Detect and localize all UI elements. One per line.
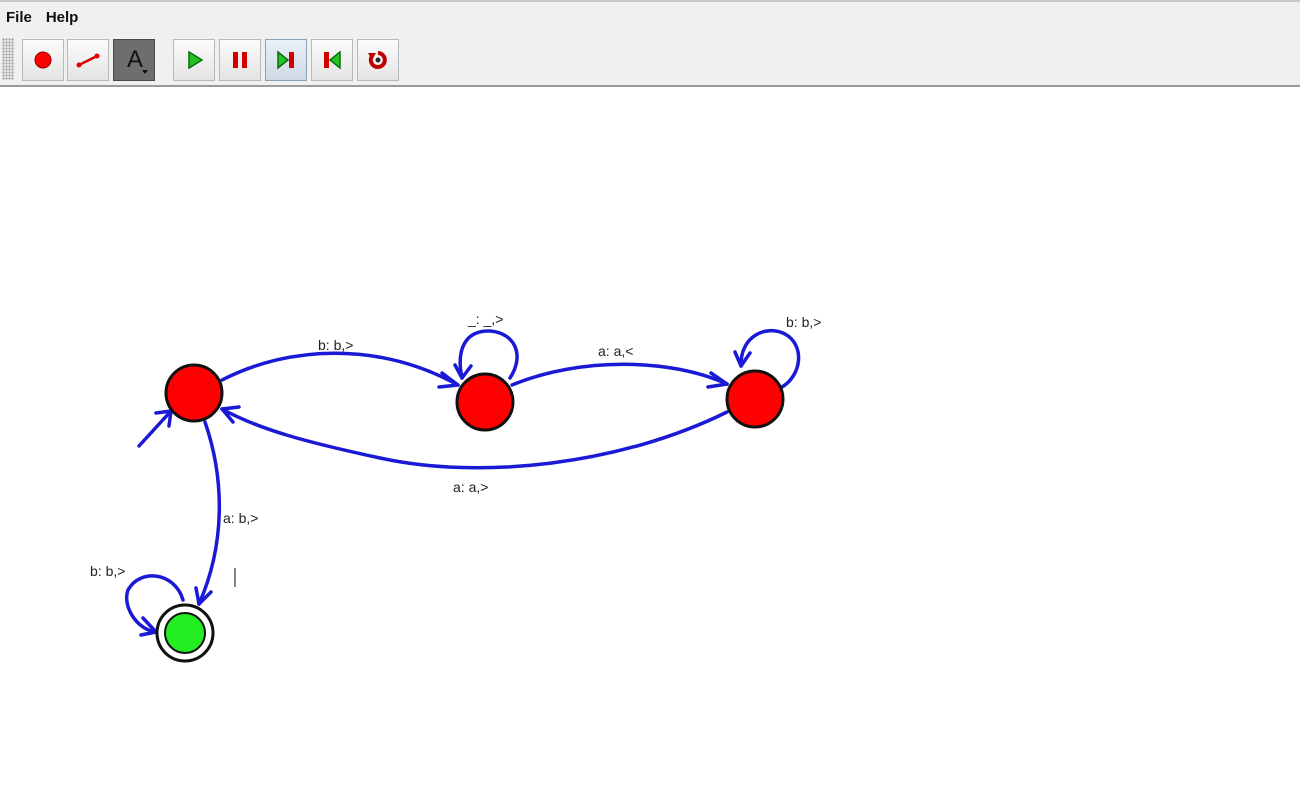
toolbar-grip[interactable] [2, 38, 14, 80]
menu-file[interactable]: File [6, 9, 32, 26]
label-q1-q2: a: a,< [598, 343, 633, 359]
step-back-button[interactable] [311, 39, 353, 81]
step-forward-button[interactable] [265, 39, 307, 81]
transition-q1-q2[interactable] [510, 362, 729, 389]
toolbar: A [0, 32, 1300, 87]
label-q2-q0: a: a,> [453, 479, 488, 495]
label-q1-loop: _: _,> [467, 311, 503, 327]
run-button[interactable] [173, 39, 215, 81]
pause-icon [233, 52, 247, 68]
menu-bar: File Help [0, 0, 1300, 32]
state-diagram[interactable]: b: b,> _: _,> a: a,< b: b,> a: a,> a: b,… [0, 87, 1300, 798]
reset-icon [368, 51, 387, 69]
transition-q0-q3[interactable] [194, 420, 221, 606]
state-q0[interactable] [164, 363, 224, 423]
pause-button[interactable] [219, 39, 261, 81]
add-transition-button[interactable] [67, 39, 109, 81]
red-line-icon [76, 53, 100, 68]
red-circle-icon [34, 51, 52, 69]
label-q0-q1: b: b,> [318, 337, 353, 353]
add-state-button[interactable] [22, 39, 64, 81]
step-back-icon [324, 50, 341, 70]
transition-q0-q1[interactable] [220, 351, 460, 389]
state-q3-accepting[interactable] [155, 603, 215, 663]
initial-arrow [137, 409, 173, 448]
label-q3-loop: b: b,> [90, 563, 125, 579]
step-forward-icon [277, 50, 294, 70]
reset-button[interactable] [357, 39, 399, 81]
transition-q1-loop[interactable] [453, 329, 519, 380]
edit-label-button[interactable]: A [113, 39, 155, 81]
diagram-canvas[interactable]: b: b,> _: _,> a: a,< b: b,> a: a,> a: b,… [0, 87, 1300, 798]
text-a-icon: A [127, 46, 148, 74]
play-icon [188, 50, 204, 70]
menu-help[interactable]: Help [46, 9, 79, 26]
state-q2[interactable] [725, 369, 785, 429]
state-q1[interactable] [455, 372, 515, 432]
label-q0-q3: a: b,> [223, 510, 258, 526]
label-q2-loop: b: b,> [786, 314, 821, 330]
svg-text:A: A [127, 46, 143, 73]
